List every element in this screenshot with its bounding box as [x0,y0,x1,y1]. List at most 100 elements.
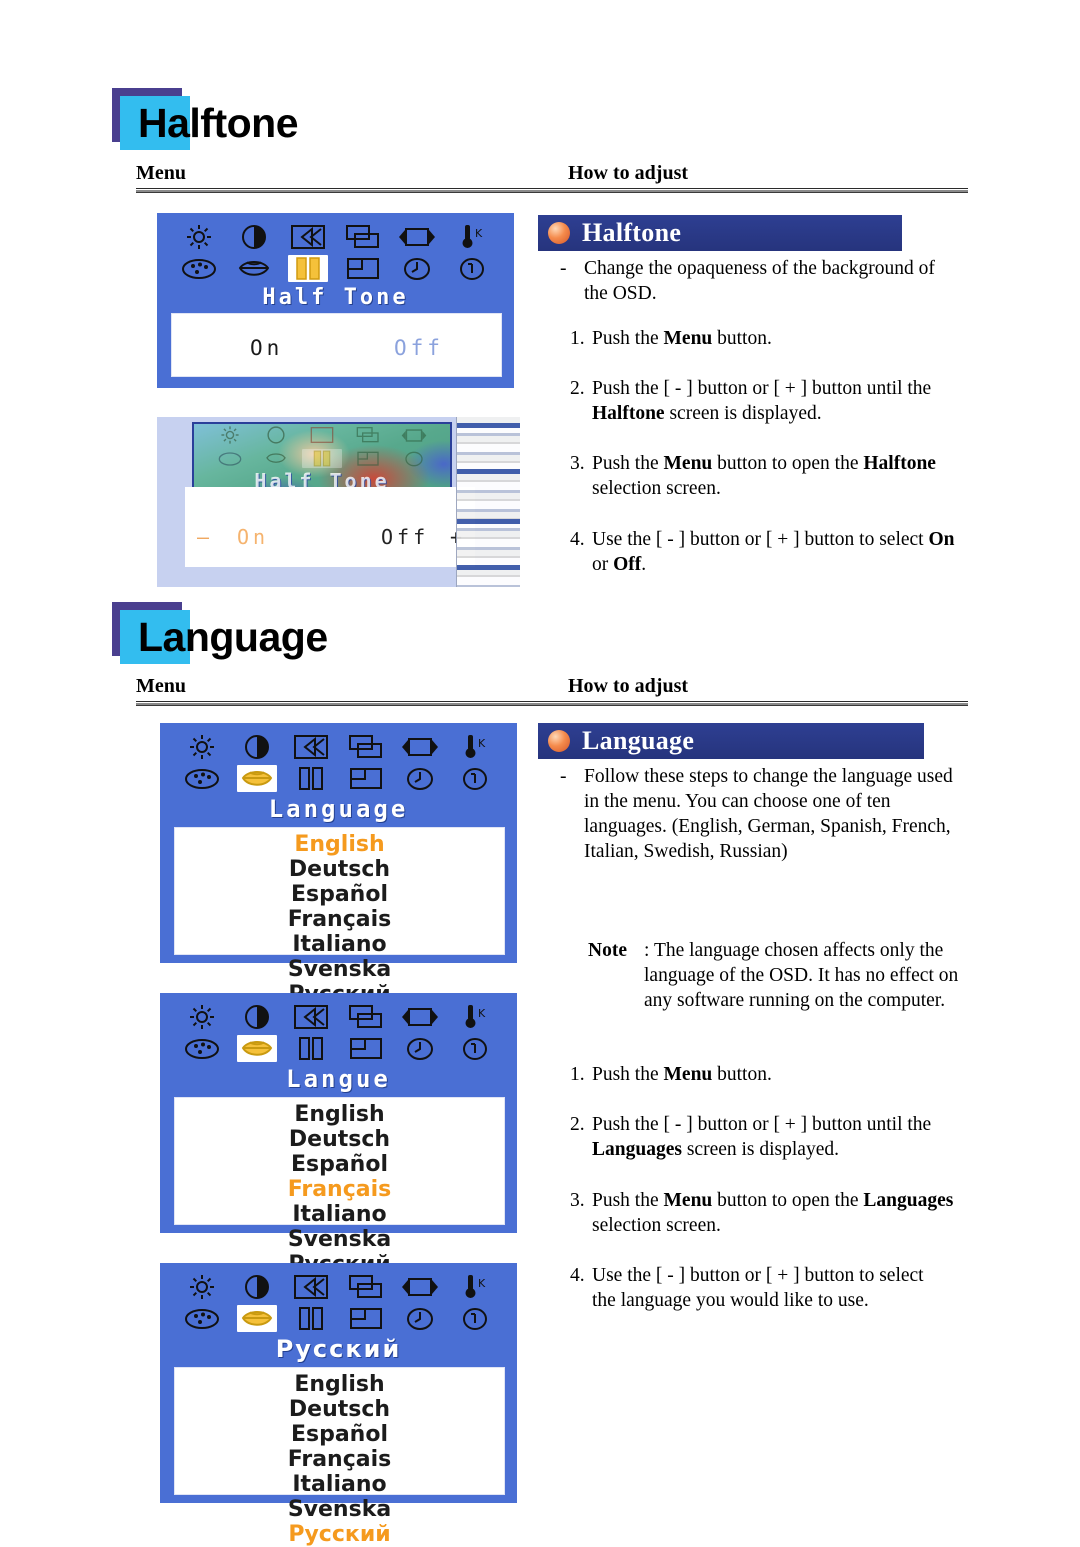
v-position-icon [346,1273,386,1301]
color-adjust-icon [210,449,250,468]
svg-text:K: K [475,227,483,240]
column-label-menu: Menu [136,162,186,184]
note-text: : The language chosen affects only the l… [644,940,959,1011]
panel-titlebar-language: Language [538,723,924,759]
svg-text:K: K [478,1277,486,1290]
panel-title-halftone: Halftone [582,218,682,247]
halftone-icon [302,449,342,468]
color-temp-icon: K [455,1273,495,1301]
osd-title: Langue [286,1065,391,1093]
osd-value-band: — On Off + [185,487,475,567]
step-text: Push the Menu button to open the Languag… [592,1190,954,1236]
step-number: 1. [570,1064,585,1085]
h-size-icon [394,425,434,445]
language-list-item[interactable]: Français [175,1177,504,1202]
halftone-step-1: 1. Push the Menu button. [570,326,970,351]
step-text: Use the [ - ] button or [ + ] button to … [592,1265,924,1311]
brightness-icon [182,733,222,761]
step-number: 4. [570,529,585,550]
language-icon [234,255,274,282]
contrast-icon [237,1003,277,1031]
language-list-item[interactable]: Italiano [175,1202,504,1227]
brightness-icon [182,1003,222,1031]
osd-icon-row-2 [160,1305,517,1332]
step-text: Push the Menu button. [592,328,772,349]
osd-icon-row-1: K [160,1003,517,1031]
brightness-icon [182,1273,222,1301]
language-list-item[interactable]: English [175,832,504,857]
v-position-icon [346,733,386,761]
svg-text:K: K [478,1007,486,1020]
osd-icon-row-2 [157,255,514,282]
language-list-item[interactable]: English [175,1372,504,1397]
svg-text:K: K [478,737,486,750]
language-list-item[interactable]: English [175,1102,504,1127]
color-temp-icon: K [452,223,492,251]
language-list-item[interactable]: Español [175,882,504,907]
step-number: 3. [570,453,585,474]
header-rule [136,701,968,706]
language-list-item[interactable]: Français [175,907,504,932]
color-adjust-icon [182,1035,222,1062]
h-position-icon [302,425,342,445]
ghost-osd-icon-row-1 [192,425,452,445]
osd-option-off[interactable]: Off [381,525,429,549]
language-list-item[interactable]: Deutsch [175,857,504,882]
desktop-window-strip [456,417,520,587]
language-description: - Follow these steps to change the langu… [560,764,970,864]
color-adjust-icon [182,1305,222,1332]
h-position-icon [291,1273,331,1301]
information-icon [455,1305,495,1332]
osd-title: Language [268,795,409,823]
osd-option-off[interactable]: Off [394,336,444,360]
h-size-icon [400,733,440,761]
language-list: English Deutsch Español Français Italiano Sve… [175,1102,504,1277]
language-list-item[interactable]: Italiano [175,932,504,957]
contrast-icon [237,733,277,761]
osd-option-on[interactable]: On [237,525,269,549]
color-temp-icon: K [455,1003,495,1031]
color-adjust-icon [182,765,222,792]
osd-panel-language-1: K Language English Deutsch Español Français It… [160,723,517,1007]
osd-position-icon [346,1305,386,1332]
dash-marker: - [560,258,567,279]
header-rule [136,188,968,193]
v-position-icon [343,223,383,251]
halftone-step-3: 3. Push the Menu button to open the Half… [570,451,965,501]
language-icon [236,765,277,792]
language-description-text: Follow these steps to change the languag… [584,766,953,862]
contrast-icon [237,1273,277,1301]
osd-panel-language-2: K Langue English Deutsch Español Français Ital… [160,993,517,1277]
halftone-step-4: 4. Use the [ - ] button or [ + ] button … [570,527,965,577]
osd-language-list-box: English Deutsch Español Français Italiano Sve… [174,1097,505,1277]
language-list-item[interactable]: Deutsch [175,1127,504,1152]
osd-position-icon [346,1035,386,1062]
step-number: 3. [570,1190,585,1211]
language-icon [236,1035,277,1062]
osd-icon-row-1: K [157,223,514,251]
language-list-item[interactable]: Italiano [175,1472,504,1497]
language-list-item[interactable]: Español [175,1422,504,1447]
language-list-item[interactable]: Svenska [175,1227,504,1252]
language-list-item[interactable]: Svenska [175,1497,504,1522]
language-note: Note : The language chosen affects only … [588,938,973,1013]
h-size-icon [397,223,437,251]
language-list-item[interactable]: Français [175,1447,504,1472]
minus-button-label[interactable]: — [197,525,213,549]
language-list-item[interactable]: Deutsch [175,1397,504,1422]
halftone-icon [291,1035,331,1062]
bullet-sphere-icon [548,730,570,752]
language-list-item[interactable]: Svenska [175,957,504,982]
osd-timer-icon [397,255,437,282]
osd-title: Русский [275,1335,402,1363]
column-label-how-to-adjust: How to adjust [568,162,689,184]
language-list-item[interactable]: Русский [175,1522,504,1547]
note-label: Note [588,940,627,961]
osd-language-list-box: English Deutsch Español Français Italiano Sve… [174,827,505,1007]
h-position-icon [291,733,331,761]
h-size-icon [400,1273,440,1301]
language-list-item[interactable]: Español [175,1152,504,1177]
dash-marker: - [560,766,567,787]
osd-option-on[interactable]: On [250,336,283,360]
panel-titlebar-halftone: Halftone [538,215,902,251]
